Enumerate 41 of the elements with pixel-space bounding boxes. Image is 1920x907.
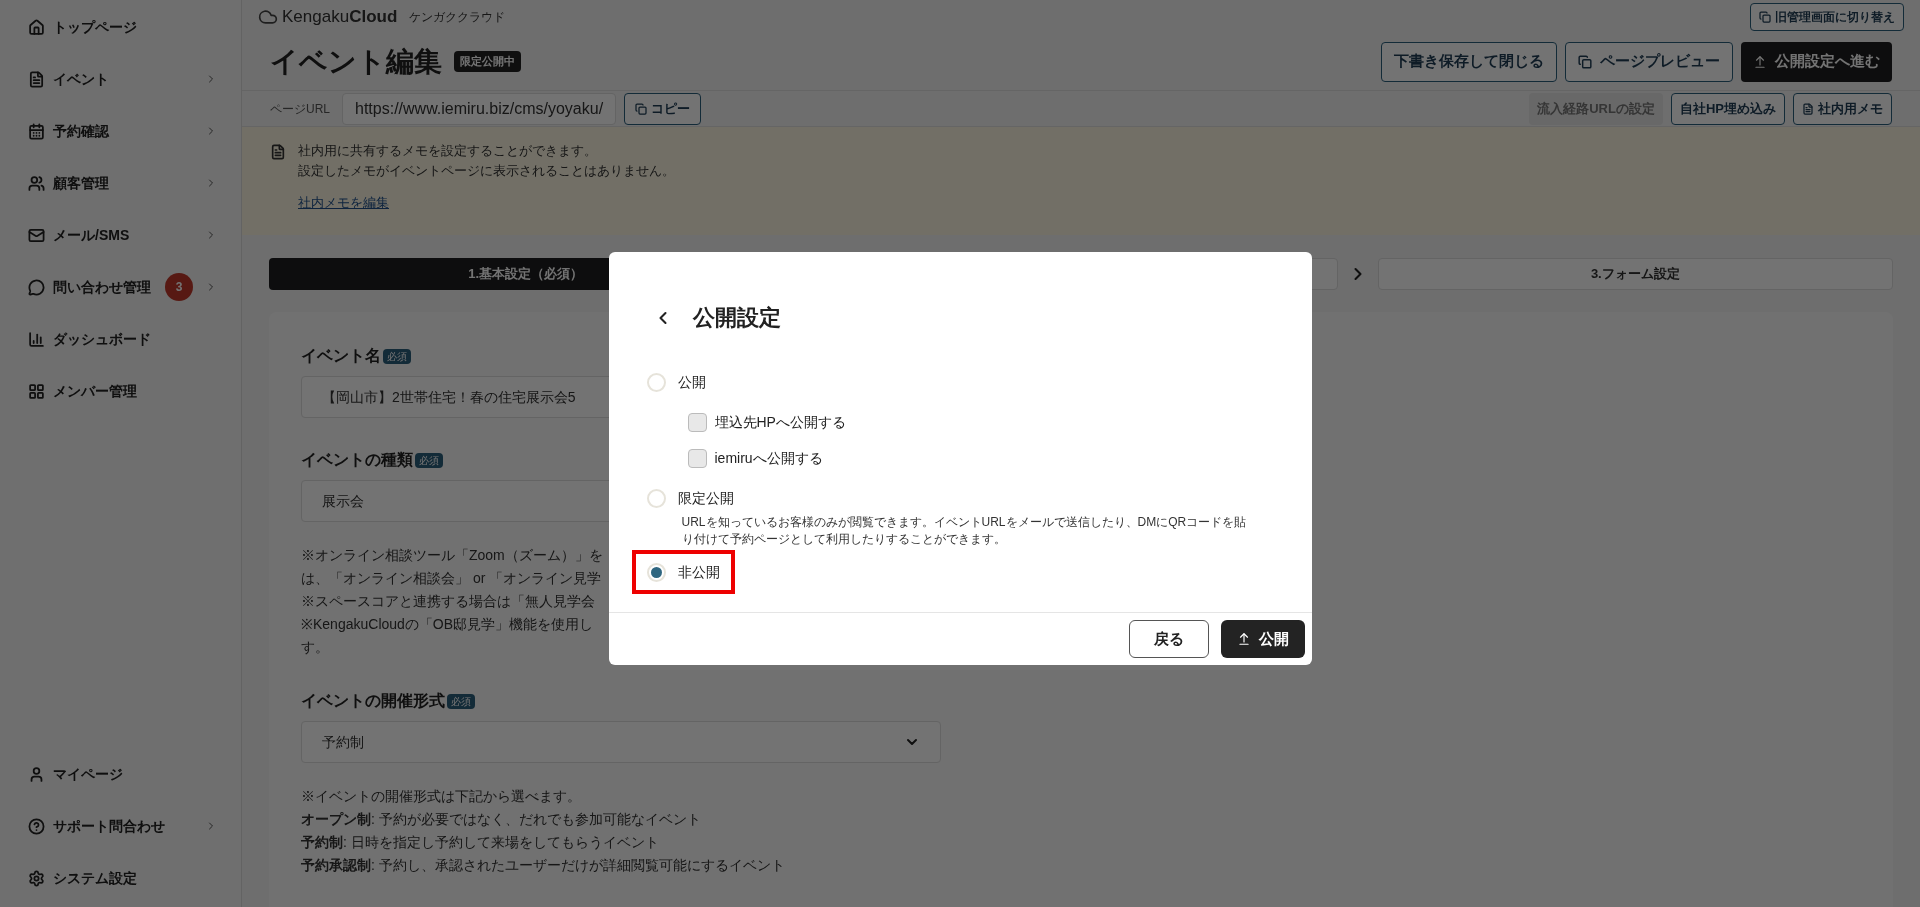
note-text: は、「オンライン相談会」 or 「オンライン見学 <box>301 569 602 588</box>
note-text: ※オンライン相談ツール「Zoom（ズーム）」を <box>301 546 603 565</box>
logo-reading: ケンガククラウド <box>409 8 506 26</box>
required-badge: 必須 <box>447 693 475 709</box>
status-badge: 限定公開中 <box>454 51 521 72</box>
notification-badge: 3 <box>165 273 193 301</box>
dialog-title: 公開設定 <box>692 304 781 332</box>
sidebar-item-label: 問い合わせ管理 <box>53 277 151 297</box>
sidebar-item-label: メール/SMS <box>53 225 130 245</box>
radio-label: 限定公開 <box>677 488 734 508</box>
note-text: ※KengakuCloudの「OB邸見学」機能を使用し <box>301 615 594 634</box>
sidebar-item-label: サポート問合わせ <box>53 816 165 836</box>
radio-label: 公開 <box>677 372 706 392</box>
sidebar-item-label: イベント <box>53 69 109 89</box>
checkbox-label: 埋込先HPへ公開する <box>714 412 846 432</box>
sidebar-item-label: 顧客管理 <box>53 173 109 193</box>
sidebar-item-label: ダッシュボード <box>53 329 151 349</box>
field-label: イベント名 <box>301 346 381 366</box>
page-title: イベント編集 <box>270 44 442 79</box>
note-text: ※イベントの開催形式は下記から選べます。 <box>301 787 581 806</box>
note-text: 予約承認制: 予約し、承認されたユーザーだけが詳細閲覧可能にするイベント <box>301 856 785 875</box>
field-label: イベントの開催形式 <box>301 691 445 711</box>
note-text: ※スペースコアと連携する場合は「無人見学会 <box>301 592 595 611</box>
sidebar-item-label: システム設定 <box>53 868 137 888</box>
note-text: オープン制: 予約が必要ではなく、だれでも参加可能なイベント <box>301 810 701 829</box>
required-badge: 必須 <box>383 348 411 364</box>
sidebar-item-label: トップページ <box>53 17 137 37</box>
url-label: ページURL <box>270 100 330 118</box>
memo-notice-text: 設定したメモがイベントページに表示されることはありません。 <box>298 162 675 180</box>
note-text: 予約制: 日時を指定し予約して来場をしてもらうイベント <box>301 833 659 852</box>
note-text: す。 <box>301 638 329 657</box>
checkbox-label: iemiruへ公開する <box>714 448 823 468</box>
sidebar-item-label: マイページ <box>53 764 123 784</box>
field-label: イベントの種類 <box>301 450 413 470</box>
memo-notice-text: 社内用に共有するメモを設定することができます。 <box>298 142 598 160</box>
required-badge: 必須 <box>415 452 443 468</box>
radio-label: 非公開 <box>677 562 720 582</box>
sidebar-item-label: メンバー管理 <box>53 381 137 401</box>
sidebar-item-label: 予約確認 <box>53 121 109 141</box>
logo-text: KengakuCloud <box>282 5 398 28</box>
option-description: URLを知っているお客様のみが閲覧できます。イベントURLをメールで送信したり、DMにQRコードを貼り付けて予約ページとして利用したりすることができます。 <box>680 514 1248 548</box>
